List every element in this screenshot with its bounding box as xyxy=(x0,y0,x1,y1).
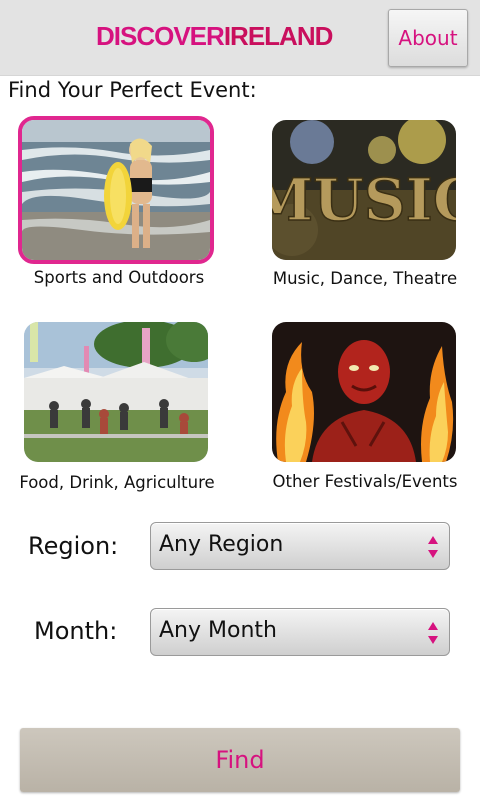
category-food-drink-agriculture[interactable]: Food, Drink, Agriculture xyxy=(2,318,232,498)
month-label: Month: xyxy=(34,617,118,645)
month-selected-value: Any Month xyxy=(159,618,277,643)
app-header: DISCOVERIRELAND About xyxy=(0,0,480,76)
category-label: Sports and Outdoors xyxy=(33,268,205,287)
category-sports-outdoors[interactable]: Sports and Outdoors xyxy=(4,116,234,296)
discover-ireland-logo: DISCOVERIRELAND xyxy=(96,21,333,51)
region-select[interactable]: Any Region xyxy=(150,522,450,570)
category-label: Music, Dance, Theatre xyxy=(272,269,458,288)
music-sign-text: MUSIC xyxy=(272,166,456,234)
month-select[interactable]: Any Month xyxy=(150,608,450,656)
category-label: Other Festivals/Events xyxy=(272,472,458,491)
find-button[interactable]: Find xyxy=(20,728,460,792)
dropdown-arrows-icon xyxy=(428,622,438,644)
region-label: Region: xyxy=(28,532,119,560)
category-music-dance-theatre[interactable]: MUSIC Music, Dance, Theatre xyxy=(250,116,480,296)
sports-outdoors-image xyxy=(18,116,214,264)
about-button[interactable]: About xyxy=(388,9,468,67)
region-selected-value: Any Region xyxy=(159,532,284,557)
dropdown-arrows-icon xyxy=(428,536,438,558)
music-image: MUSIC xyxy=(272,120,456,260)
page-title: Find Your Perfect Event: xyxy=(8,78,257,102)
food-drink-image xyxy=(24,322,208,462)
category-label: Food, Drink, Agriculture xyxy=(19,473,215,492)
category-other-festivals-events[interactable]: Other Festivals/Events xyxy=(250,318,480,498)
festivals-image xyxy=(272,322,456,462)
